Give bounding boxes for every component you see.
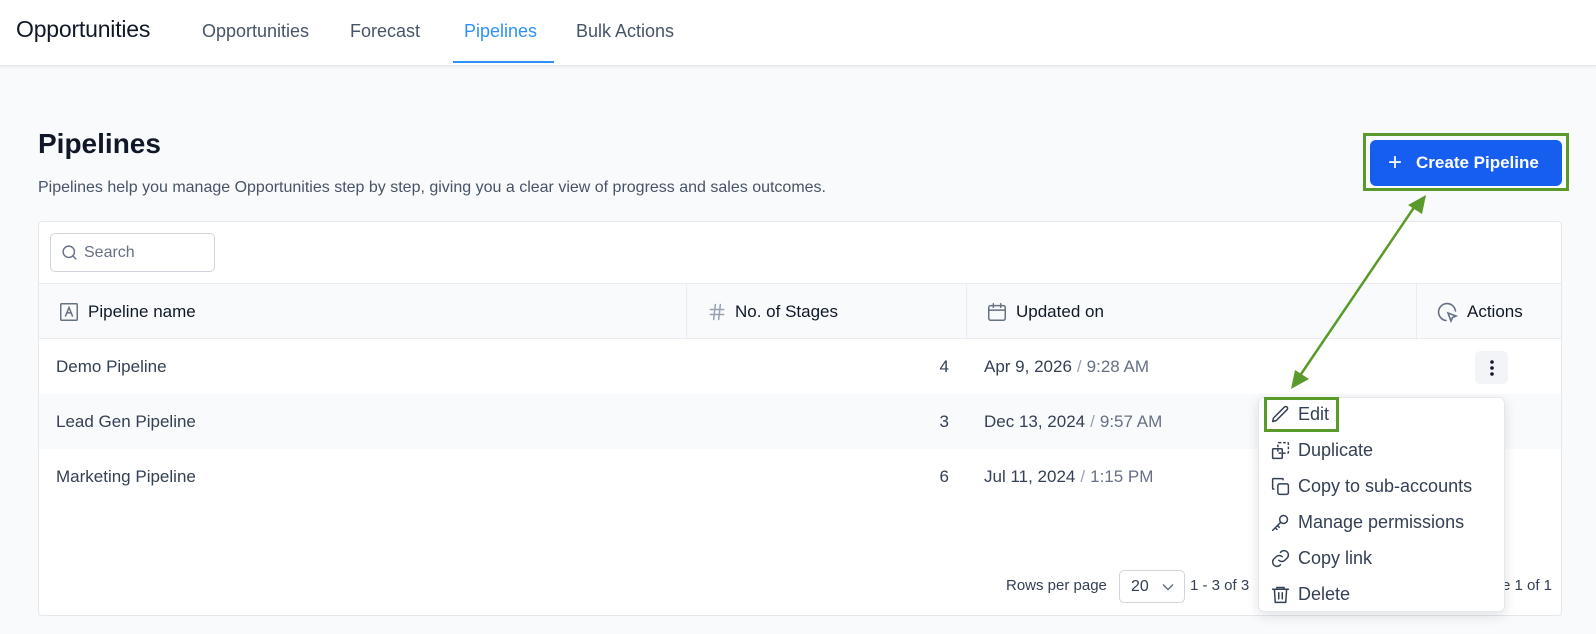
stage-count: 4 [939,356,949,376]
stage-count: 6 [939,466,949,486]
menu-item-duplicate-label: Duplicate [1298,439,1374,460]
menu-item-copy-to-sub-accounts[interactable]: Copy to sub-accounts [1270,472,1472,500]
text-type-icon [60,303,78,321]
plus-icon: + [1388,149,1403,176]
column-header-stages[interactable]: No. of Stages [707,284,838,340]
updated-date: Jul 11, 2024 [984,466,1076,486]
table-header: Pipeline name No. of Stages Updated on A… [39,283,1561,340]
column-divider [966,284,967,340]
menu-item-delete-label: Delete [1298,583,1351,604]
date-separator: / [1090,411,1095,431]
updated-on: Dec 13, 2024/9:57 AM [984,394,1162,449]
table-row[interactable]: Demo Pipeline 4 Apr 9, 2026/9:28 AM [39,339,1561,394]
menu-item-delete[interactable]: Delete [1270,580,1350,608]
create-pipeline-button[interactable]: + Create Pipeline [1370,140,1562,186]
copy-icon [1271,477,1290,495]
create-pipeline-label: Create Pipeline [1416,153,1539,172]
hash-icon [709,303,725,321]
column-header-updated-label: Updated on [1016,302,1104,321]
column-header-actions: Actions [1435,284,1523,340]
menu-item-copy-link-label: Copy link [1298,547,1373,568]
top-nav: Opportunities Opportunities Forecast Pip… [0,0,1596,66]
rows-per-page-value: 20 [1131,577,1149,595]
menu-item-edit-label: Edit [1298,403,1330,424]
date-separator: / [1080,466,1086,486]
stage-count: 3 [939,411,949,431]
column-divider [1416,284,1417,340]
duplicate-icon [1271,441,1290,459]
menu-item-edit[interactable]: Edit [1270,400,1329,428]
updated-time: 1:15 PM [1090,466,1154,486]
date-separator: / [1076,356,1082,376]
column-header-name-label: Pipeline name [88,302,196,321]
rows-per-page-select[interactable]: 20 [1119,570,1185,603]
calendar-icon [988,303,1006,321]
tab-pipelines[interactable]: Pipelines [464,21,537,42]
menu-item-manage-permissions[interactable]: Manage permissions [1270,508,1464,536]
tab-forecast[interactable]: Forecast [350,21,420,42]
pagination-range: 1 - 3 of 3 [1190,577,1250,594]
page-description: Pipelines help you manage Opportunities … [38,179,826,196]
pipeline-name[interactable]: Marketing Pipeline [56,449,196,504]
updated-date: Apr 9, 2026 [984,356,1072,376]
link-icon [1271,549,1290,567]
pencil-icon [1271,405,1289,422]
rows-per-page-label: Rows per page [1006,577,1107,594]
page-title: Pipelines [38,128,161,159]
chevron-down-icon [1162,583,1174,591]
menu-item-duplicate[interactable]: Duplicate [1270,436,1373,464]
column-header-name[interactable]: Pipeline name [58,284,196,340]
column-header-stages-label: No. of Stages [735,302,839,321]
pipeline-name[interactable]: Demo Pipeline [56,339,167,394]
column-header-actions-label: Actions [1467,302,1523,321]
column-divider [686,284,687,340]
updated-on: Apr 9, 2026/9:28 AM [984,339,1149,394]
updated-date: Dec 13, 2024 [984,411,1086,431]
trash-icon [1271,586,1290,603]
more-vertical-icon [1489,359,1494,376]
pipeline-name[interactable]: Lead Gen Pipeline [56,394,196,449]
menu-item-copy-link[interactable]: Copy link [1270,544,1372,572]
active-tab-indicator [453,61,554,63]
key-icon [1271,514,1289,531]
app-title: Opportunities [16,16,151,42]
updated-time: 9:28 AM [1086,356,1150,376]
column-header-updated[interactable]: Updated on [986,284,1104,340]
search-input[interactable] [84,243,204,262]
updated-on: Jul 11, 2024/1:15 PM [984,449,1153,504]
menu-item-manage-permissions-label: Manage permissions [1298,511,1465,532]
row-actions-button[interactable] [1475,351,1508,384]
menu-item-copy-to-sub-accounts-label: Copy to sub-accounts [1298,475,1473,496]
tab-opportunities[interactable]: Opportunities [202,21,309,42]
updated-time: 9:57 AM [1099,411,1163,431]
search-icon [62,245,77,260]
tab-bulk-actions[interactable]: Bulk Actions [576,21,674,42]
search-box[interactable] [50,233,215,272]
cursor-click-icon [1437,302,1459,324]
